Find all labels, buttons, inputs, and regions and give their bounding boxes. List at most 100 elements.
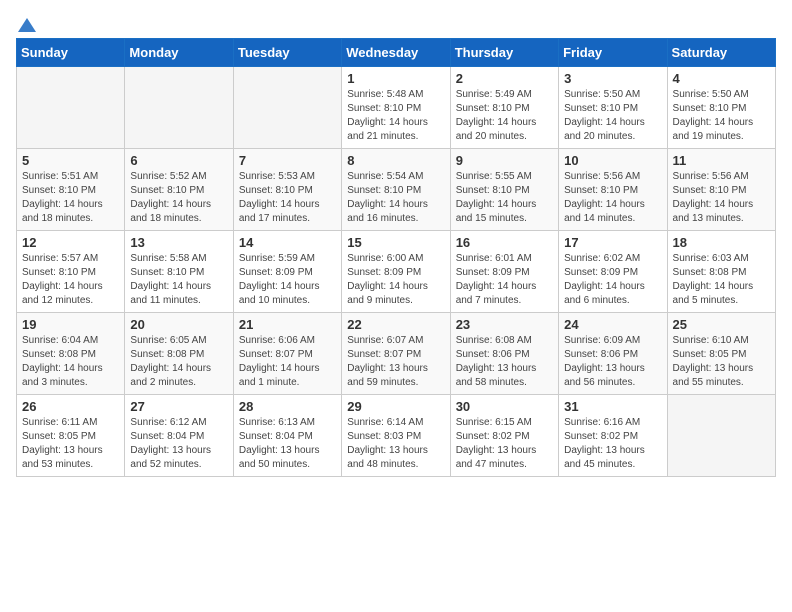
day-number: 4 xyxy=(673,71,770,86)
day-info: Sunrise: 6:10 AMSunset: 8:05 PMDaylight:… xyxy=(673,334,770,390)
weekday-header-monday: Monday xyxy=(125,39,233,67)
day-info: Sunrise: 5:54 AMSunset: 8:10 PMDaylight:… xyxy=(347,170,444,226)
day-info: Sunrise: 6:12 AMSunset: 8:04 PMDaylight:… xyxy=(130,416,227,472)
calendar-body: 1 Sunrise: 5:48 AMSunset: 8:10 PMDaylight… xyxy=(17,67,776,477)
day-info: Sunrise: 5:53 AMSunset: 8:10 PMDaylight:… xyxy=(239,170,336,226)
calendar-cell: 17 Sunrise: 6:02 AMSunset: 8:09 PMDayligh… xyxy=(559,231,667,313)
calendar-cell: 7 Sunrise: 5:53 AMSunset: 8:10 PMDaylight… xyxy=(233,149,341,231)
calendar-week-row: 12 Sunrise: 5:57 AMSunset: 8:10 PMDayligh… xyxy=(17,231,776,313)
calendar-cell: 21 Sunrise: 6:06 AMSunset: 8:07 PMDayligh… xyxy=(233,313,341,395)
calendar-table: SundayMondayTuesdayWednesdayThursdayFrid… xyxy=(16,38,776,477)
day-number: 12 xyxy=(22,235,119,250)
calendar-cell: 9 Sunrise: 5:55 AMSunset: 8:10 PMDaylight… xyxy=(450,149,558,231)
day-info: Sunrise: 6:16 AMSunset: 8:02 PMDaylight:… xyxy=(564,416,661,472)
day-info: Sunrise: 6:09 AMSunset: 8:06 PMDaylight:… xyxy=(564,334,661,390)
day-number: 8 xyxy=(347,153,444,168)
calendar-cell: 3 Sunrise: 5:50 AMSunset: 8:10 PMDaylight… xyxy=(559,67,667,149)
day-info: Sunrise: 6:08 AMSunset: 8:06 PMDaylight:… xyxy=(456,334,553,390)
day-number: 17 xyxy=(564,235,661,250)
calendar-cell xyxy=(233,67,341,149)
day-number: 5 xyxy=(22,153,119,168)
day-number: 22 xyxy=(347,317,444,332)
day-info: Sunrise: 5:51 AMSunset: 8:10 PMDaylight:… xyxy=(22,170,119,226)
calendar-cell xyxy=(125,67,233,149)
day-number: 7 xyxy=(239,153,336,168)
day-info: Sunrise: 5:50 AMSunset: 8:10 PMDaylight:… xyxy=(564,88,661,144)
day-info: Sunrise: 5:58 AMSunset: 8:10 PMDaylight:… xyxy=(130,252,227,308)
day-number: 23 xyxy=(456,317,553,332)
day-number: 11 xyxy=(673,153,770,168)
day-info: Sunrise: 6:01 AMSunset: 8:09 PMDaylight:… xyxy=(456,252,553,308)
weekday-header-tuesday: Tuesday xyxy=(233,39,341,67)
day-info: Sunrise: 6:07 AMSunset: 8:07 PMDaylight:… xyxy=(347,334,444,390)
day-number: 15 xyxy=(347,235,444,250)
day-number: 10 xyxy=(564,153,661,168)
calendar-cell: 13 Sunrise: 5:58 AMSunset: 8:10 PMDayligh… xyxy=(125,231,233,313)
day-info: Sunrise: 5:55 AMSunset: 8:10 PMDaylight:… xyxy=(456,170,553,226)
weekday-header-row: SundayMondayTuesdayWednesdayThursdayFrid… xyxy=(17,39,776,67)
logo-icon xyxy=(18,18,36,32)
calendar-cell: 22 Sunrise: 6:07 AMSunset: 8:07 PMDayligh… xyxy=(342,313,450,395)
calendar-week-row: 1 Sunrise: 5:48 AMSunset: 8:10 PMDaylight… xyxy=(17,67,776,149)
calendar-week-row: 19Sunrise: 6:04 AMSunset: 8:08 PMDayligh… xyxy=(17,313,776,395)
day-number: 31 xyxy=(564,399,661,414)
calendar-cell: 2 Sunrise: 5:49 AMSunset: 8:10 PMDaylight… xyxy=(450,67,558,149)
weekday-header-thursday: Thursday xyxy=(450,39,558,67)
calendar-cell: 25 Sunrise: 6:10 AMSunset: 8:05 PMDayligh… xyxy=(667,313,775,395)
day-info: Sunrise: 6:15 AMSunset: 8:02 PMDaylight:… xyxy=(456,416,553,472)
day-info: Sunrise: 6:13 AMSunset: 8:04 PMDaylight:… xyxy=(239,416,336,472)
day-number: 6 xyxy=(130,153,227,168)
day-info: Sunrise: 6:11 AMSunset: 8:05 PMDaylight:… xyxy=(22,416,119,472)
day-info: Sunrise: 5:48 AMSunset: 8:10 PMDaylight:… xyxy=(347,88,444,144)
day-info: Sunrise: 5:57 AMSunset: 8:10 PMDaylight:… xyxy=(22,252,119,308)
day-info: Sunrise: 6:14 AMSunset: 8:03 PMDaylight:… xyxy=(347,416,444,472)
day-number: 18 xyxy=(673,235,770,250)
calendar-cell: 11Sunrise: 5:56 AMSunset: 8:10 PMDayligh… xyxy=(667,149,775,231)
day-number: 20 xyxy=(130,317,227,332)
day-number: 26 xyxy=(22,399,119,414)
weekday-header-friday: Friday xyxy=(559,39,667,67)
calendar-week-row: 5 Sunrise: 5:51 AMSunset: 8:10 PMDaylight… xyxy=(17,149,776,231)
logo xyxy=(16,16,36,28)
day-number: 16 xyxy=(456,235,553,250)
day-number: 9 xyxy=(456,153,553,168)
calendar-cell: 27 Sunrise: 6:12 AMSunset: 8:04 PMDayligh… xyxy=(125,395,233,477)
day-number: 21 xyxy=(239,317,336,332)
calendar-cell: 6Sunrise: 5:52 AMSunset: 8:10 PMDaylight… xyxy=(125,149,233,231)
calendar-cell xyxy=(17,67,125,149)
day-info: Sunrise: 6:05 AMSunset: 8:08 PMDaylight:… xyxy=(130,334,227,390)
calendar-cell: 16 Sunrise: 6:01 AMSunset: 8:09 PMDayligh… xyxy=(450,231,558,313)
calendar-cell: 20 Sunrise: 6:05 AMSunset: 8:08 PMDayligh… xyxy=(125,313,233,395)
day-number: 2 xyxy=(456,71,553,86)
calendar-cell: 29 Sunrise: 6:14 AMSunset: 8:03 PMDayligh… xyxy=(342,395,450,477)
calendar-cell: 15 Sunrise: 6:00 AMSunset: 8:09 PMDayligh… xyxy=(342,231,450,313)
calendar-cell: 19Sunrise: 6:04 AMSunset: 8:08 PMDayligh… xyxy=(17,313,125,395)
day-number: 1 xyxy=(347,71,444,86)
calendar-cell: 8 Sunrise: 5:54 AMSunset: 8:10 PMDaylight… xyxy=(342,149,450,231)
calendar-cell: 26 Sunrise: 6:11 AMSunset: 8:05 PMDayligh… xyxy=(17,395,125,477)
day-info: Sunrise: 6:06 AMSunset: 8:07 PMDaylight:… xyxy=(239,334,336,390)
calendar-cell: 24 Sunrise: 6:09 AMSunset: 8:06 PMDayligh… xyxy=(559,313,667,395)
day-number: 24 xyxy=(564,317,661,332)
day-number: 28 xyxy=(239,399,336,414)
day-info: Sunrise: 6:00 AMSunset: 8:09 PMDaylight:… xyxy=(347,252,444,308)
calendar-cell: 4Sunrise: 5:50 AMSunset: 8:10 PMDaylight… xyxy=(667,67,775,149)
day-info: Sunrise: 6:03 AMSunset: 8:08 PMDaylight:… xyxy=(673,252,770,308)
day-number: 13 xyxy=(130,235,227,250)
day-number: 3 xyxy=(564,71,661,86)
day-info: Sunrise: 5:56 AMSunset: 8:10 PMDaylight:… xyxy=(564,170,661,226)
calendar-cell: 28 Sunrise: 6:13 AMSunset: 8:04 PMDayligh… xyxy=(233,395,341,477)
day-info: Sunrise: 5:59 AMSunset: 8:09 PMDaylight:… xyxy=(239,252,336,308)
day-number: 25 xyxy=(673,317,770,332)
calendar-cell: 1 Sunrise: 5:48 AMSunset: 8:10 PMDaylight… xyxy=(342,67,450,149)
day-number: 29 xyxy=(347,399,444,414)
day-info: Sunrise: 5:49 AMSunset: 8:10 PMDaylight:… xyxy=(456,88,553,144)
weekday-header-saturday: Saturday xyxy=(667,39,775,67)
calendar-cell: 23 Sunrise: 6:08 AMSunset: 8:06 PMDayligh… xyxy=(450,313,558,395)
day-number: 27 xyxy=(130,399,227,414)
page-header xyxy=(16,16,776,28)
calendar-cell: 10 Sunrise: 5:56 AMSunset: 8:10 PMDayligh… xyxy=(559,149,667,231)
calendar-cell: 5 Sunrise: 5:51 AMSunset: 8:10 PMDaylight… xyxy=(17,149,125,231)
day-number: 14 xyxy=(239,235,336,250)
day-info: Sunrise: 6:02 AMSunset: 8:09 PMDaylight:… xyxy=(564,252,661,308)
